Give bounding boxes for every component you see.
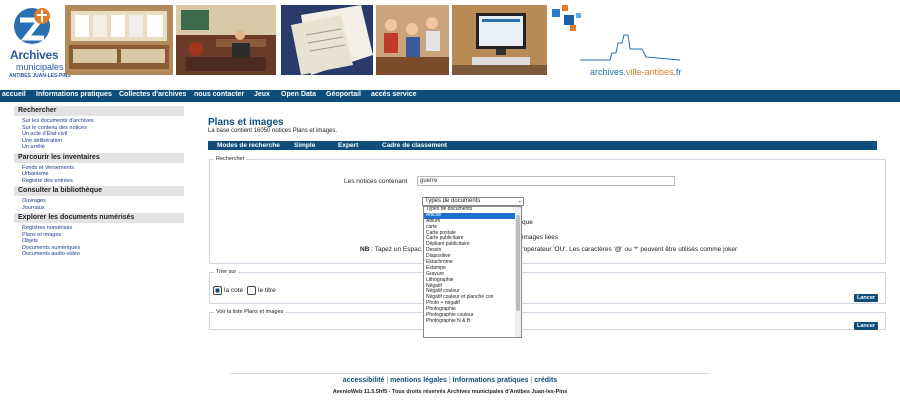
nav-item-geoportail[interactable]: Géoportail — [326, 91, 361, 98]
sidebar-link[interactable]: Documents audio-vidéo — [14, 251, 184, 258]
document-type-select-value: Types de documents — [425, 198, 481, 204]
sidebar: Rechercher Sur les documents d'archives … — [14, 106, 184, 260]
sidebar-section-bibliotheque: Consulter la bibliothèque — [14, 186, 184, 196]
search-mode-tabbar: Modes de recherche Simple Expert Cadre d… — [208, 141, 877, 150]
nav-item-informations-pratiques[interactable]: Informations pratiques — [36, 91, 112, 98]
nav-item-jeux[interactable]: Jeux — [254, 91, 270, 98]
page-title: Plans et images — [208, 117, 284, 128]
nav-item-accueil[interactable]: accueil — [2, 91, 26, 98]
logo-city: ANTIBES JUAN-LES-PINS — [9, 73, 71, 79]
footer-links: accessibilité | mentions légales | Infor… — [0, 377, 900, 384]
chevron-down-icon: ⌄ — [517, 198, 522, 204]
footer-link-informations-pratiques[interactable]: Informations pratiques — [453, 377, 529, 384]
search-hint-right: l'opérateur 'OU'. Les caractères '@' ou … — [521, 246, 738, 253]
footer-link-credits[interactable]: crédits — [534, 377, 557, 384]
header-photo-visitors — [376, 5, 449, 75]
sort-cote-label: la cote — [224, 287, 244, 294]
logo-subtitle: municipales — [16, 62, 64, 72]
sidebar-section-numerises: Explorer les documents numérisés — [14, 213, 184, 223]
site-url-accent: ville-antibes — [626, 67, 674, 77]
search-legend: Rechercher — [214, 156, 247, 162]
option-label-partial: que — [522, 219, 533, 226]
document-type-dropdown[interactable]: Types de documents Affiche Album carte Carte… — [423, 206, 522, 338]
footer-link-mentions-legales[interactable]: mentions légales — [390, 377, 447, 384]
main-navbar: accueil Informations pratiques Collectes… — [0, 90, 900, 102]
nav-item-open-data[interactable]: Open Data — [281, 91, 316, 98]
list-submit-button[interactable]: Lancer — [854, 322, 879, 330]
list-fieldset: Voir la liste Plans et images — [209, 309, 886, 330]
nav-item-contact[interactable]: nous contacter — [194, 91, 244, 98]
site-url-prefix: archives. — [590, 67, 627, 77]
tab-simple[interactable]: Simple — [294, 142, 315, 149]
header-photo-exhibition — [65, 5, 173, 75]
page-subtitle: La base contient 16050 notices Plans et … — [208, 128, 338, 134]
hint-nb: NB — [360, 246, 370, 253]
dropdown-option[interactable]: Photographie N & B — [424, 318, 521, 325]
site-url-suffix: .fr — [673, 67, 682, 77]
search-hint: NB : Tapez un Espac — [360, 246, 421, 253]
sort-submit-button[interactable]: Lancer — [854, 294, 879, 302]
search-label: Les notices contenant — [344, 178, 408, 185]
search-input[interactable]: guerre — [417, 176, 675, 186]
footer-divider — [230, 373, 710, 374]
sort-cote-radio[interactable] — [213, 286, 222, 295]
nav-item-collectes[interactable]: Collectes d'archives — [119, 91, 186, 98]
dropdown-scrollbar-thumb[interactable] — [516, 215, 520, 311]
document-type-select[interactable]: Types de documents ⌄ — [422, 197, 524, 206]
logo-title: Archives — [10, 48, 59, 62]
linked-images-label: images liées — [522, 234, 559, 241]
sidebar-link[interactable]: Registre des entrées — [14, 178, 184, 185]
sort-titre-radio[interactable] — [247, 286, 256, 295]
archives-emblem-icon — [10, 4, 54, 48]
sort-legend: Trier sur — [214, 269, 239, 275]
archives-logo[interactable]: Archives municipales ANTIBES JUAN-LES-PI… — [6, 4, 71, 79]
sidebar-section-rechercher: Rechercher — [14, 106, 184, 116]
tab-expert[interactable]: Expert — [338, 142, 358, 149]
sort-fieldset: Trier sur — [209, 269, 886, 304]
dropdown-options: Types de documents Affiche Album carte Carte… — [424, 207, 521, 325]
tab-modes-de-recherche: Modes de recherche — [217, 142, 280, 149]
nav-item-acces-service[interactable]: accès service — [371, 91, 417, 98]
site-header: Archives municipales ANTIBES JUAN-LES-PI… — [0, 0, 900, 88]
sidebar-section-inventaires: Parcourir les inventaires — [14, 152, 184, 163]
sidebar-link[interactable]: Journaux — [14, 205, 184, 212]
list-legend[interactable]: Voir la liste Plans et images — [214, 309, 286, 315]
footer-copyright: AvenioWeb 11.5.5hf5 - Tous droits réserv… — [332, 389, 568, 395]
header-photo-documents — [281, 5, 373, 75]
footer-link-accessibilite[interactable]: accessibilité — [343, 377, 385, 384]
hint-text-left: : Tapez un Espac — [369, 246, 421, 253]
tab-cadre-de-classement[interactable]: Cadre de classement — [382, 142, 447, 149]
site-url[interactable]: archives.ville-antibes.fr — [590, 67, 682, 77]
header-photo-reading-room — [176, 5, 276, 75]
header-photo-computer — [452, 5, 547, 75]
sort-titre-label: le titre — [258, 287, 276, 294]
dropdown-scrollbar[interactable] — [515, 207, 521, 337]
sidebar-link[interactable]: Un arrêté — [14, 144, 184, 151]
